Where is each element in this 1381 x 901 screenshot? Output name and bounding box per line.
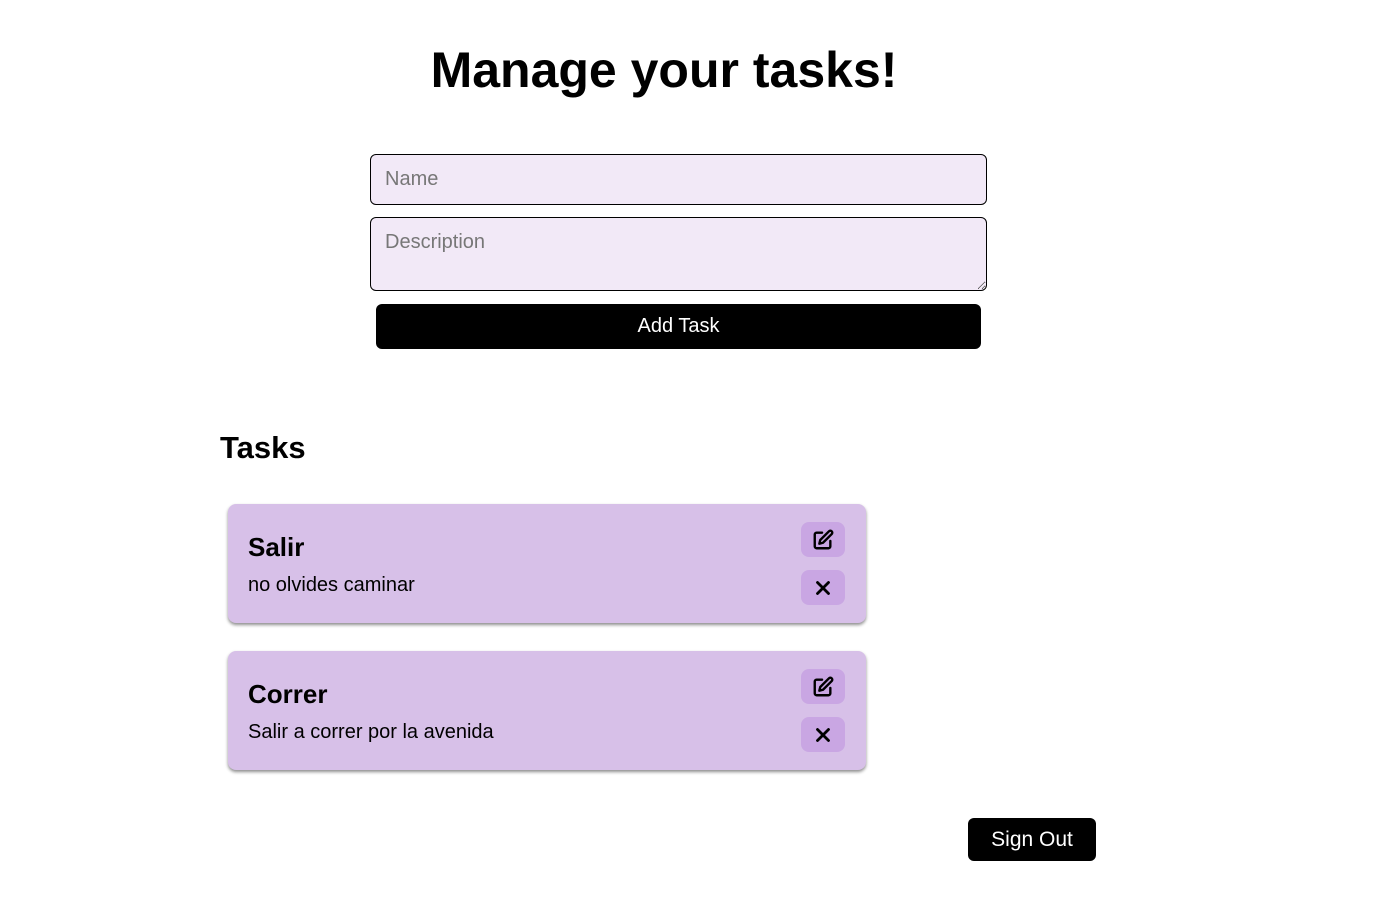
name-input[interactable] <box>370 154 987 205</box>
task-description: no olvides caminar <box>248 574 415 596</box>
close-icon <box>816 580 830 595</box>
edit-icon <box>813 676 834 696</box>
task-description: Salir a correr por la avenida <box>248 721 494 743</box>
description-input[interactable] <box>370 217 987 291</box>
task-title: Salir <box>248 532 305 562</box>
close-icon <box>816 727 830 742</box>
task-title: Correr <box>248 679 328 709</box>
add-task-button[interactable]: Add Task <box>376 304 981 349</box>
tasks-heading: Tasks <box>220 430 306 465</box>
page-title: Manage your tasks! <box>430 42 898 98</box>
sign-out-button[interactable]: Sign Out <box>968 818 1096 861</box>
task-card: Correr Salir a correr por la avenida <box>228 651 866 770</box>
delete-task-button[interactable] <box>801 717 845 752</box>
task-card: Salir no olvides caminar <box>228 504 866 623</box>
delete-task-button[interactable] <box>801 570 845 605</box>
edit-task-button[interactable] <box>801 522 845 557</box>
task-manager-page: Manage your tasks! Add Task Tasks Salir … <box>0 0 1381 901</box>
edit-icon <box>813 529 834 549</box>
edit-task-button[interactable] <box>801 669 845 704</box>
